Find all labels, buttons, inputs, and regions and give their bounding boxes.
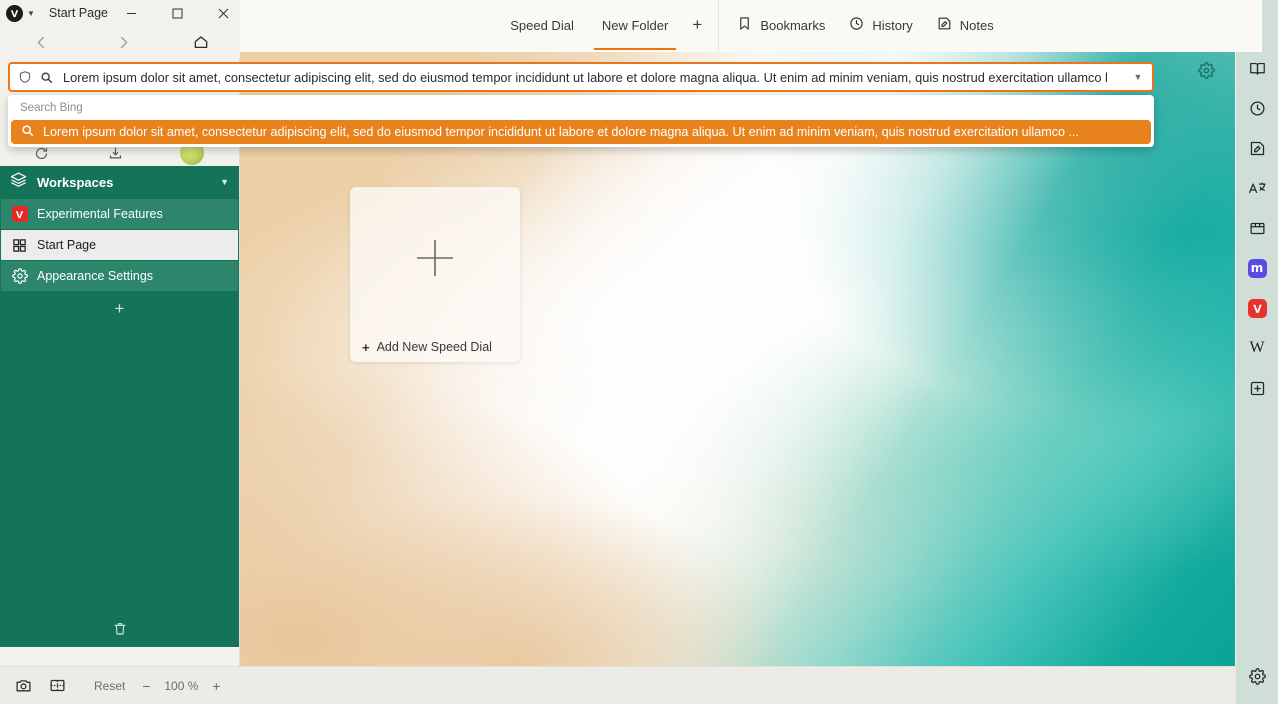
suggestion-item[interactable]: Lorem ipsum dolor sit amet, consectetur … [11,120,1151,144]
panel-translate-icon[interactable] [1236,168,1278,208]
dial-tab-speed-dial[interactable]: Speed Dial [496,0,588,50]
close-button[interactable] [200,0,246,26]
home-button[interactable] [184,29,218,55]
zoom-reset-button[interactable]: Reset [94,679,125,693]
grid-icon [11,237,28,254]
mini-plus-icon: + [362,339,370,355]
search-icon [21,124,34,140]
panel-history-icon[interactable] [1236,88,1278,128]
sidebar-item-label: Experimental Features [37,207,163,221]
address-input[interactable]: Lorem ipsum dolor sit amet, consectetur … [63,70,1118,85]
start-page-settings-gear-icon[interactable] [1198,62,1215,84]
add-speed-dial-label-row: + Add New Speed Dial [350,340,520,354]
suggestions-group-label: Search Bing [20,102,83,114]
bookmark-icon [737,16,752,34]
sidebar-item-experimental-features[interactable]: Experimental Features [1,199,238,229]
address-bar[interactable]: Lorem ipsum dolor sit amet, consectetur … [8,62,1154,92]
panel-settings-gear-icon[interactable] [1236,656,1278,696]
address-suggestions-dropdown: Search Bing Lorem ipsum dolor sit amet, … [8,95,1154,147]
add-speed-dial-label: Add New Speed Dial [376,340,492,354]
address-dropdown-caret-icon[interactable]: ▼ [1124,72,1152,82]
dial-tab-label: Speed Dial [510,17,574,33]
zoom-out-button[interactable]: − [133,674,159,698]
add-workspace-button[interactable]: + [0,292,239,326]
capture-page-icon[interactable] [6,673,40,699]
panel-window-icon[interactable] [1236,208,1278,248]
vivaldi-logo-icon[interactable] [6,4,23,22]
workspaces-panel: Workspaces ▼ Experimental Features Start… [0,166,239,647]
zoom-in-button[interactable]: + [203,674,229,698]
panel-link-history[interactable]: History [837,0,924,50]
chevron-down-icon[interactable]: ▼ [220,177,229,187]
plus-icon [350,187,520,328]
panel-vivaldi-icon[interactable] [1236,288,1278,328]
panel-link-label: Bookmarks [760,17,826,33]
trash-icon[interactable] [0,621,239,637]
note-edit-icon [937,16,952,34]
panel-link-bookmarks[interactable]: Bookmarks [725,0,837,50]
back-button[interactable] [24,29,58,55]
vivaldi-badge-icon [11,206,28,223]
sidebar-item-label: Appearance Settings [37,269,154,283]
panel-wikipedia-icon[interactable]: W [1236,328,1278,368]
divider [718,0,720,51]
panel-reading-list-icon[interactable] [1236,48,1278,88]
status-bar: Reset − 100 % + [0,666,1236,704]
suggestion-text: Lorem ipsum dolor sit amet, consectetur … [43,125,1080,139]
minimize-button[interactable] [108,0,154,26]
zoom-level-value: 100 % [164,678,199,693]
forward-button[interactable] [106,29,140,55]
add-speed-dial-tile[interactable]: + Add New Speed Dial [350,187,520,362]
navigation-toolbar [0,26,240,58]
search-icon [40,71,53,84]
window-title: Start Page [48,6,108,20]
add-dial-tab-button[interactable]: + [682,0,712,50]
shield-icon[interactable] [18,70,32,84]
chevron-down-icon[interactable]: ▼ [27,9,35,18]
panel-mastodon-icon[interactable]: m [1236,248,1278,288]
mastodon-glyph: m [1247,258,1267,278]
layers-icon [10,171,27,193]
maximize-button[interactable] [154,0,200,26]
panel-add-web-panel-icon[interactable] [1236,368,1278,408]
sidebar-item-start-page[interactable]: Start Page [1,230,238,260]
workspaces-header[interactable]: Workspaces ▼ [0,166,239,198]
panel-link-notes[interactable]: Notes [925,0,1006,50]
window-controls [108,0,246,26]
page-tiling-icon[interactable] [40,673,74,699]
web-panel-bar: m W [1236,0,1278,704]
panel-notes-icon[interactable] [1236,128,1278,168]
panel-link-label: History [872,17,913,33]
dial-tab-label: New Folder [601,17,669,33]
clock-icon [849,16,864,34]
panel-link-label: Notes [959,17,994,33]
dial-tab-new-folder[interactable]: New Folder [588,0,682,50]
dial-tabstrip: Speed Dial New Folder + Bookmarks Histor… [240,0,1262,52]
workspaces-title: Workspaces [37,174,114,190]
sidebar-item-label: Start Page [37,238,97,252]
sidebar-item-appearance-settings[interactable]: Appearance Settings [1,261,238,291]
gear-icon [11,268,28,285]
browser-window: + Add New Speed Dial Speed Dial New Fold… [0,0,1278,704]
wikipedia-glyph: W [1249,339,1265,356]
title-bar: ▼ Start Page [0,0,240,26]
